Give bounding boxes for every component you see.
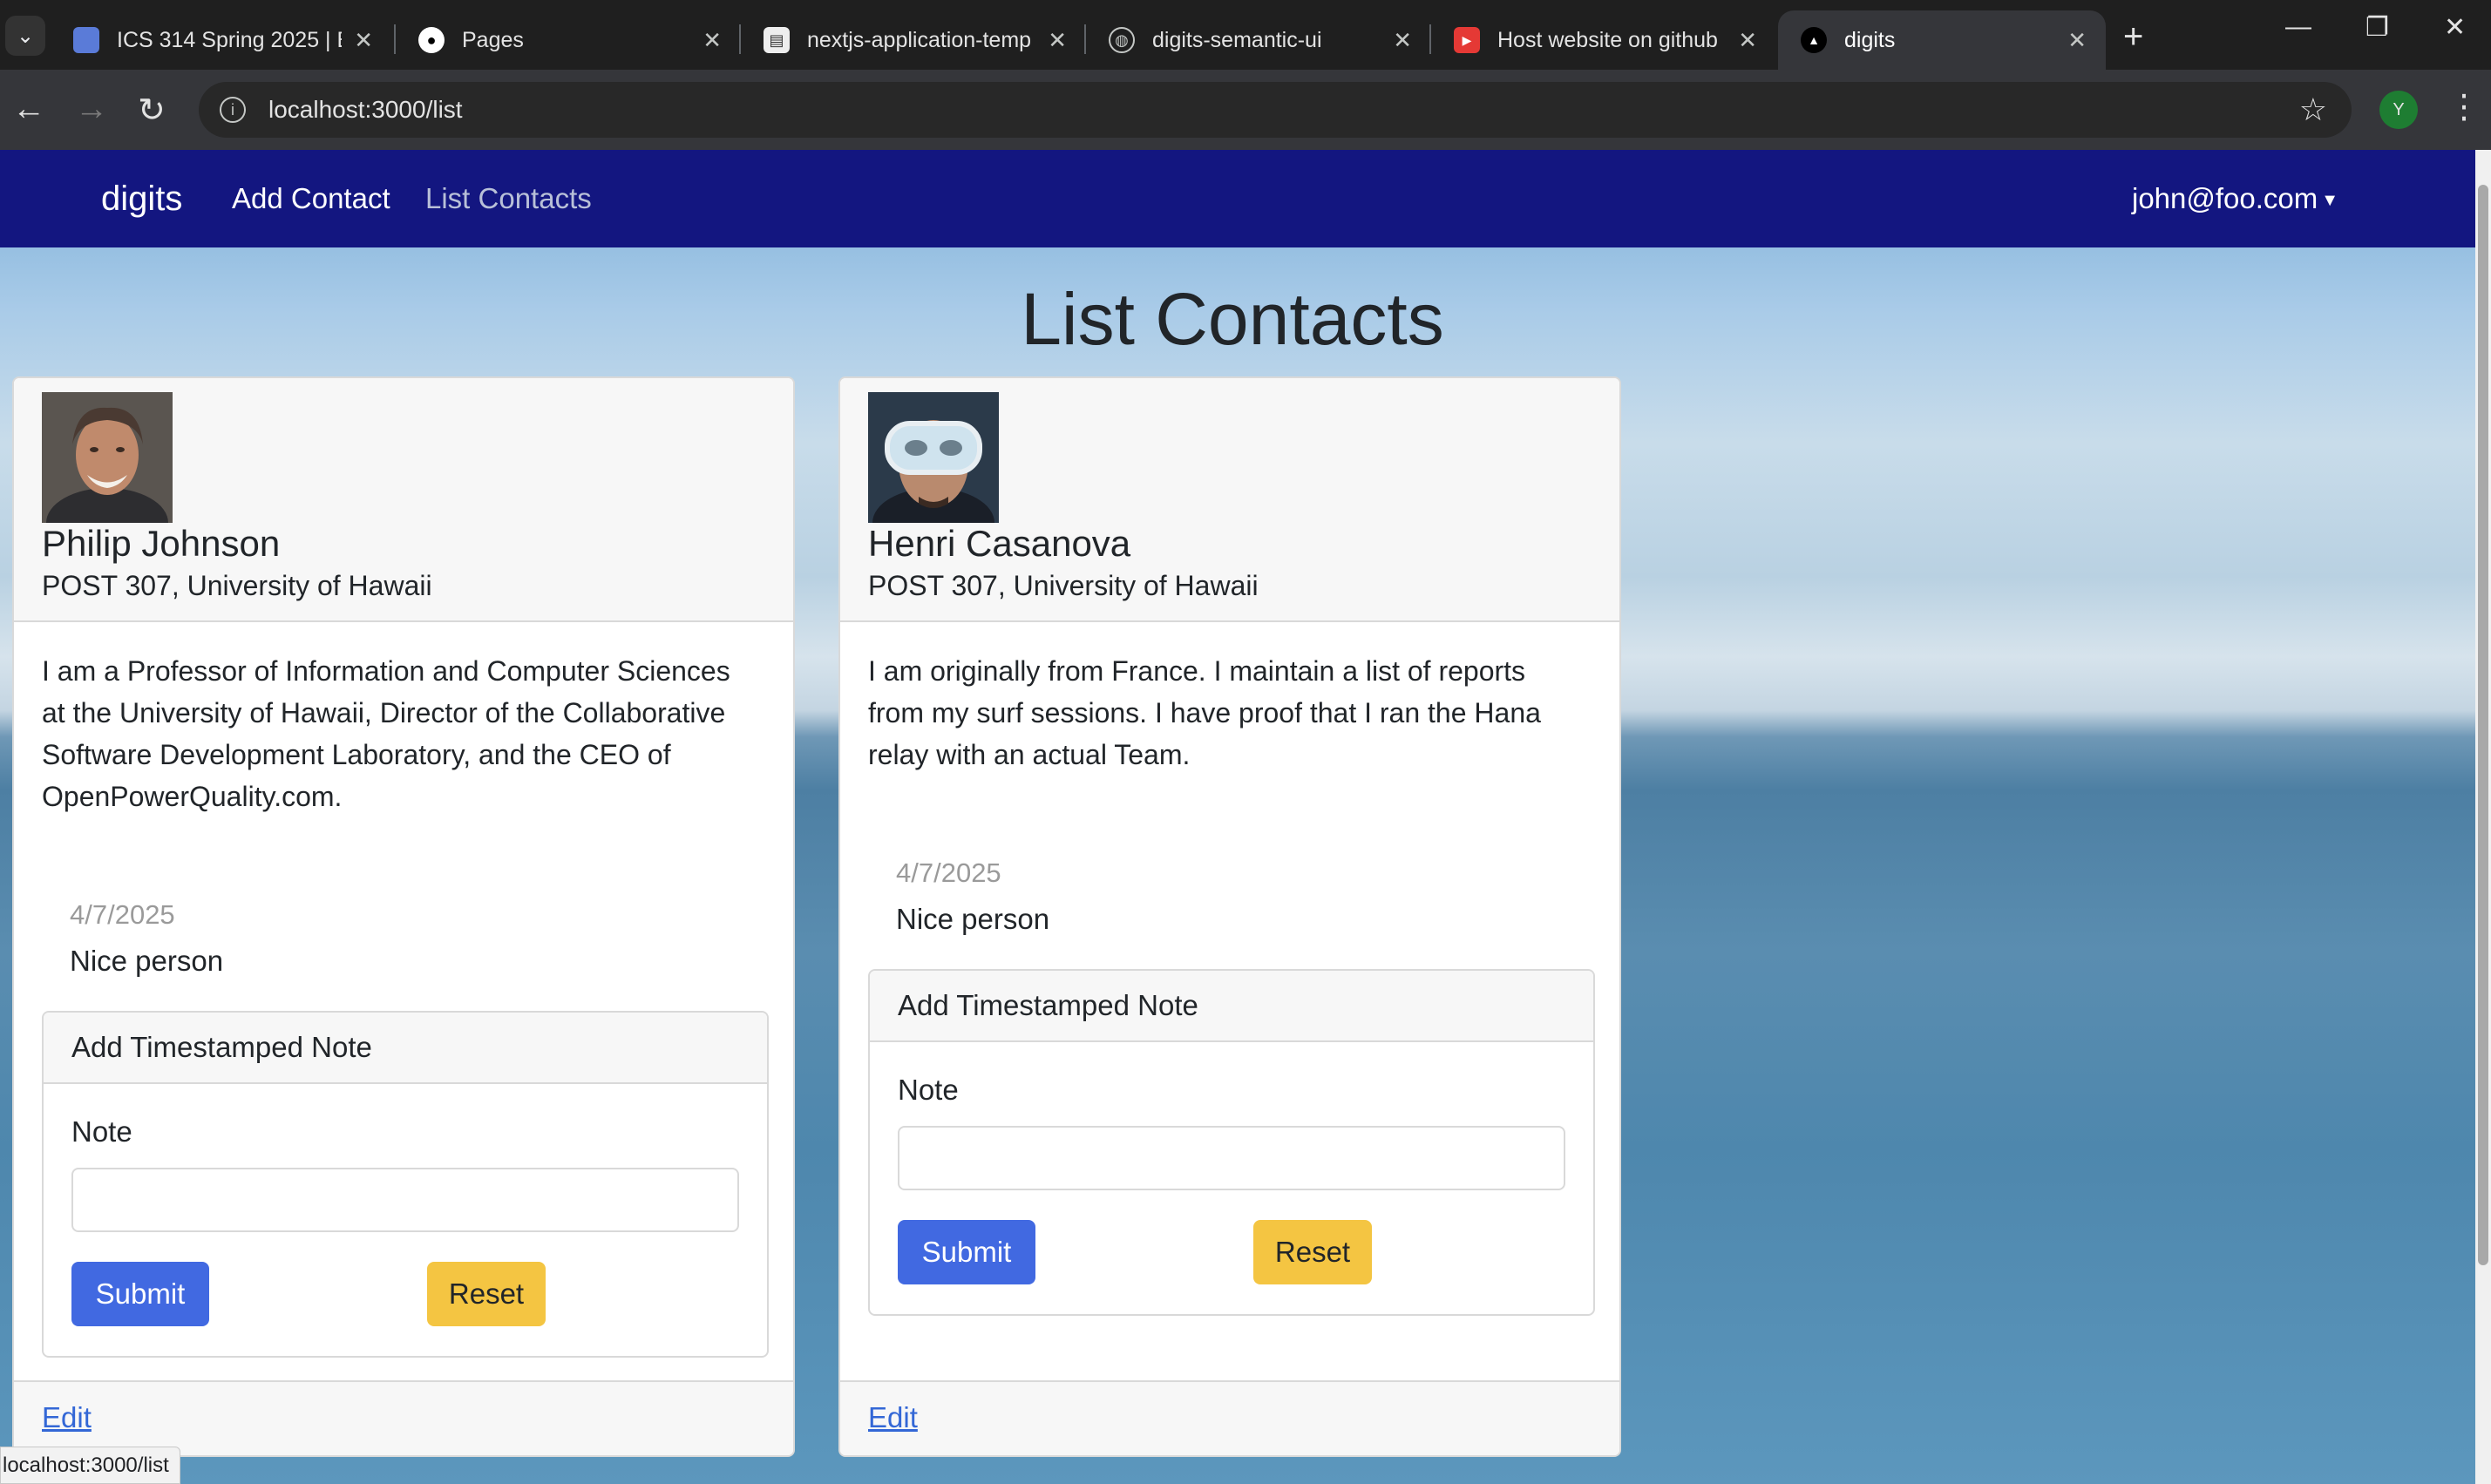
tab-pages[interactable]: ● Pages ✕	[396, 10, 741, 70]
brand-link[interactable]: digits	[101, 180, 182, 219]
card-footer: Edit	[840, 1380, 1619, 1455]
contact-name: Philip Johnson	[42, 523, 281, 564]
status-url-tooltip: localhost:3000/list	[0, 1447, 180, 1484]
chevron-down-icon: ⌄	[16, 24, 35, 48]
tab-youtube[interactable]: ▶ Host website on github ✕	[1431, 10, 1776, 70]
note-text: Nice person	[896, 903, 1050, 935]
card-header: Henri Casanova POST 307, University of H…	[840, 378, 1619, 622]
contact-avatar	[868, 392, 999, 523]
profile-avatar[interactable]: Y	[2379, 91, 2418, 129]
window-close-icon[interactable]: ✕	[2444, 12, 2466, 43]
tab-title: digits	[1844, 27, 1896, 52]
triangle-icon: ▲	[1801, 27, 1827, 53]
nav-add-contact[interactable]: Add Contact	[232, 182, 390, 215]
submit-button[interactable]: Submit	[71, 1262, 209, 1326]
close-icon[interactable]: ✕	[1738, 27, 1757, 54]
contact-description: I am a Professor of Information and Comp…	[42, 655, 730, 812]
tab-search-button[interactable]: ⌄	[5, 16, 45, 56]
tab-nextjs[interactable]: ▤ nextjs-application-temp ✕	[741, 10, 1086, 70]
note-date: 4/7/2025	[896, 857, 1001, 888]
contact-avatar	[42, 392, 173, 523]
user-dropdown[interactable]: john@foo.com ▼	[2132, 182, 2338, 215]
browser-menu-icon[interactable]: ⋮	[2447, 87, 2481, 126]
close-icon[interactable]: ✕	[354, 27, 373, 54]
note-date: 4/7/2025	[70, 899, 175, 930]
edit-link[interactable]: Edit	[42, 1401, 92, 1434]
forward-icon[interactable]: →	[75, 91, 108, 128]
tab-digits[interactable]: ▲ digits ✕	[1778, 10, 2106, 70]
tab-title: Pages	[462, 27, 524, 52]
note-input[interactable]	[71, 1168, 739, 1232]
page-viewport: digits Add Contact List Contacts john@fo…	[0, 150, 2475, 1484]
info-icon[interactable]: i	[220, 97, 246, 123]
document-icon: ▤	[764, 27, 790, 53]
new-tab-button[interactable]: +	[2123, 17, 2143, 57]
close-icon[interactable]: ✕	[1048, 27, 1067, 54]
contact-description: I am originally from France. I maintain …	[868, 655, 1541, 770]
note-label: Note	[898, 1074, 959, 1106]
contact-card: Henri Casanova POST 307, University of H…	[838, 376, 1621, 1457]
scrollbar-thumb[interactable]	[2478, 185, 2488, 1265]
reset-button[interactable]: Reset	[1253, 1220, 1372, 1284]
reload-icon[interactable]: ↻	[138, 91, 166, 130]
bookmark-star-icon[interactable]: ☆	[2299, 91, 2327, 128]
tab-digits-semantic-ui[interactable]: ◍ digits-semantic-ui ✕	[1086, 10, 1431, 70]
card-footer: Edit	[14, 1380, 793, 1455]
close-icon[interactable]: ✕	[1393, 27, 1412, 54]
user-email: john@foo.com	[2132, 182, 2318, 214]
tab-title: ICS 314 Spring 2025 | ES	[117, 27, 343, 52]
contact-address: POST 307, University of Hawaii	[42, 570, 432, 601]
submit-button[interactable]: Submit	[898, 1220, 1035, 1284]
form-header: Add Timestamped Note	[870, 971, 1593, 1042]
contact-address: POST 307, University of Hawaii	[868, 570, 1259, 601]
page-scrollbar[interactable]	[2475, 150, 2491, 1484]
back-icon[interactable]: ←	[12, 91, 45, 128]
contact-card: Philip Johnson POST 307, University of H…	[12, 376, 795, 1457]
nav-list-contacts[interactable]: List Contacts	[425, 182, 592, 215]
edit-link[interactable]: Edit	[868, 1401, 918, 1434]
tab-title: nextjs-application-temp	[807, 27, 1032, 52]
minimize-icon[interactable]: —	[2285, 12, 2311, 42]
github-icon: ●	[418, 27, 445, 53]
address-bar[interactable]: i localhost:3000/list ☆	[199, 82, 2352, 138]
add-note-form: Add Timestamped Note Note Submit Reset	[42, 1011, 769, 1358]
note-input[interactable]	[898, 1126, 1565, 1190]
browser-tab-bar: ⌄ ICS 314 Spring 2025 | ES ✕ ● Pages ✕ ▤…	[0, 0, 2491, 70]
youtube-icon: ▶	[1454, 27, 1480, 53]
page-title: List Contacts	[1021, 278, 1444, 360]
reset-button[interactable]: Reset	[427, 1262, 546, 1326]
form-header: Add Timestamped Note	[44, 1013, 767, 1084]
caret-down-icon: ▼	[2321, 190, 2339, 210]
address-url[interactable]: localhost:3000/list	[268, 96, 463, 124]
tab-title: digits-semantic-ui	[1152, 27, 1322, 52]
card-header: Philip Johnson POST 307, University of H…	[14, 378, 793, 622]
contact-name: Henri Casanova	[868, 523, 1131, 564]
restore-icon[interactable]: ❐	[2365, 12, 2389, 43]
globe-icon: ◍	[1109, 27, 1135, 53]
page-icon	[73, 27, 99, 53]
close-icon[interactable]: ✕	[2067, 27, 2087, 54]
tab-title: Host website on github	[1497, 27, 1718, 52]
note-text: Nice person	[70, 945, 224, 977]
close-icon[interactable]: ✕	[703, 27, 722, 54]
app-navbar: digits Add Contact List Contacts john@fo…	[0, 150, 2475, 247]
add-note-form: Add Timestamped Note Note Submit Reset	[868, 969, 1595, 1316]
note-label: Note	[71, 1115, 132, 1148]
tab-ics314[interactable]: ICS 314 Spring 2025 | ES ✕	[51, 10, 392, 70]
